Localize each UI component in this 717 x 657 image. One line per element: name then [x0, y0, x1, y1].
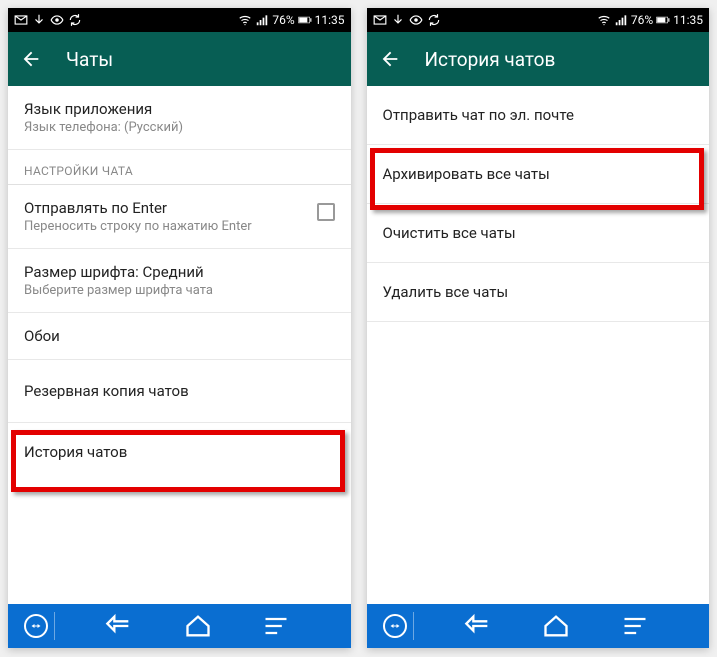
content-left: Язык приложения Язык телефона: (Русский)… — [8, 86, 351, 604]
navbar — [367, 604, 710, 648]
teamviewer-icon[interactable] — [377, 614, 413, 638]
content-right: Отправить чат по эл. почте Архивировать … — [367, 86, 710, 604]
appbar: История чатов — [367, 32, 710, 86]
clock-text: 11:35 — [315, 13, 345, 27]
appbar-title: История чатов — [425, 48, 556, 71]
item-history[interactable]: История чатов — [8, 423, 351, 481]
back-arrow-icon[interactable] — [20, 48, 42, 70]
delete-title: Удалить все чаты — [383, 283, 694, 301]
battery-text: 76% — [272, 13, 294, 27]
font-sub: Выберите размер шрифта чата — [24, 283, 335, 298]
battery-icon — [656, 13, 670, 27]
nav-recent-icon[interactable] — [621, 612, 649, 640]
wifi-icon — [597, 13, 611, 27]
statusbar: 76% 11:35 — [8, 8, 351, 32]
enter-checkbox[interactable] — [317, 203, 335, 221]
signal-icon — [255, 13, 269, 27]
wallpaper-title: Обои — [24, 327, 335, 345]
arrow-down-icon — [391, 13, 405, 27]
sync-icon — [68, 13, 82, 27]
item-fontsize[interactable]: Размер шрифта: Средний Выберите размер ш… — [8, 249, 351, 313]
font-title: Размер шрифта: Средний — [24, 263, 335, 281]
eye-icon — [409, 13, 423, 27]
appbar: Чаты — [8, 32, 351, 86]
enter-sub: Переносить строку по нажатию Enter — [24, 219, 335, 234]
item-clear-all[interactable]: Очистить все чаты — [367, 204, 710, 263]
clock-text: 11:35 — [673, 13, 703, 27]
archive-title: Архивировать все чаты — [383, 165, 694, 183]
history-title: История чатов — [24, 443, 335, 461]
statusbar: 76% 11:35 — [367, 8, 710, 32]
item-email-chat[interactable]: Отправить чат по эл. почте — [367, 86, 710, 145]
language-sub: Язык телефона: (Русский) — [24, 120, 335, 135]
appbar-title: Чаты — [66, 48, 113, 71]
item-delete-all[interactable]: Удалить все чаты — [367, 263, 710, 322]
wifi-icon — [238, 13, 252, 27]
email-chat-title: Отправить чат по эл. почте — [383, 106, 694, 124]
nav-home-icon[interactable] — [542, 612, 570, 640]
battery-text: 76% — [631, 13, 653, 27]
item-language[interactable]: Язык приложения Язык телефона: (Русский) — [8, 86, 351, 150]
mail-icon — [373, 13, 387, 27]
teamviewer-icon[interactable] — [18, 614, 54, 638]
nav-recent-icon[interactable] — [262, 612, 290, 640]
nav-back-icon[interactable] — [464, 612, 492, 640]
clear-title: Очистить все чаты — [383, 224, 694, 242]
item-archive-all[interactable]: Архивировать все чаты — [367, 145, 710, 204]
back-arrow-icon[interactable] — [379, 48, 401, 70]
eye-icon — [50, 13, 64, 27]
item-backup[interactable]: Резервная копия чатов — [8, 360, 351, 423]
item-enter[interactable]: Отправлять по Enter Переносить строку по… — [8, 185, 351, 249]
arrow-down-icon — [32, 13, 46, 27]
phone-left: 76% 11:35 Чаты Язык приложения Язык теле… — [8, 8, 351, 648]
item-wallpaper[interactable]: Обои — [8, 313, 351, 360]
navbar — [8, 604, 351, 648]
nav-back-icon[interactable] — [105, 612, 133, 640]
nav-home-icon[interactable] — [184, 612, 212, 640]
sync-icon — [427, 13, 441, 27]
section-header: НАСТРОЙКИ ЧАТА — [8, 150, 351, 185]
enter-title: Отправлять по Enter — [24, 199, 335, 217]
language-title: Язык приложения — [24, 100, 335, 118]
signal-icon — [614, 13, 628, 27]
mail-icon — [14, 13, 28, 27]
backup-title: Резервная копия чатов — [24, 382, 335, 400]
battery-icon — [298, 13, 312, 27]
phone-right: 76% 11:35 История чатов Отправить чат по… — [367, 8, 710, 648]
